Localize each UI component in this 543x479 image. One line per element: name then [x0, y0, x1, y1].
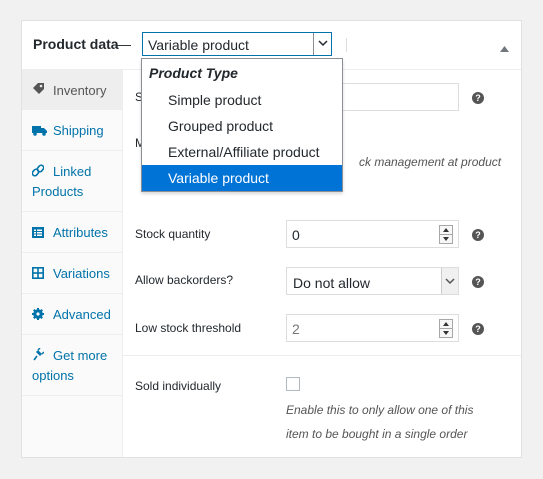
tab-label: Inventory [53, 83, 107, 98]
tab-label: Linked Products [32, 164, 92, 199]
chevron-down-icon [441, 268, 458, 294]
option-label: External/Affiliate product [168, 144, 320, 160]
option-external-affiliate-product[interactable]: External/Affiliate product [142, 139, 342, 165]
option-label: Grouped product [168, 118, 274, 134]
tab-label: Attributes [53, 225, 108, 240]
stock-quantity-label: Stock quantity [135, 227, 211, 241]
help-icon: ? [472, 276, 484, 288]
truck-icon [32, 124, 47, 139]
tab-label: Advanced [53, 307, 111, 322]
tab-inventory[interactable]: Inventory [22, 69, 122, 110]
product-data-tabs: Inventory Shipping Linked Products Attri… [22, 69, 123, 457]
header-separator [346, 38, 347, 52]
allow-backorders-value: Do not allow [293, 275, 371, 291]
help-icon: ? [472, 92, 484, 104]
option-variable-product[interactable]: Variable product [142, 165, 342, 191]
low-stock-threshold-label: Low stock threshold [135, 321, 242, 335]
title-dash: — [117, 36, 131, 52]
tab-label: Variations [53, 266, 110, 281]
chevron-down-icon [313, 33, 331, 55]
gear-icon [32, 308, 44, 323]
number-spinner[interactable] [439, 319, 453, 338]
sold-individually-description-2: item to be bought in a single order [286, 427, 468, 441]
product-type-dropdown: Product Type Simple product Grouped prod… [141, 58, 343, 192]
allow-backorders-select[interactable]: Do not allow [286, 267, 459, 295]
tab-shipping[interactable]: Shipping [22, 110, 122, 151]
product-type-value: Variable product [148, 37, 249, 53]
number-spinner[interactable] [439, 225, 453, 244]
low-stock-threshold-input[interactable]: 2 [286, 314, 459, 342]
grid-icon [32, 267, 44, 282]
collapse-toggle-icon[interactable] [500, 39, 509, 57]
tab-attributes[interactable]: Attributes [22, 212, 122, 253]
tab-get-more-options[interactable]: Get more options [22, 335, 122, 396]
stock-quantity-value: 0 [292, 227, 300, 243]
section-divider [123, 355, 521, 356]
list-icon [32, 226, 44, 241]
panel-title: Product data [33, 36, 119, 52]
sold-individually-description-1: Enable this to only allow one of this [286, 403, 474, 417]
option-label: Simple product [168, 92, 262, 108]
tab-linked-products[interactable]: Linked Products [22, 151, 122, 212]
inventory-icon [32, 82, 45, 98]
tab-label: Shipping [53, 123, 104, 138]
low-stock-threshold-placeholder: 2 [292, 321, 300, 337]
dropdown-group-label: Product Type [149, 65, 238, 81]
product-type-select[interactable]: Variable product [142, 32, 332, 56]
manage-stock-description: ck management at product [359, 155, 502, 169]
option-simple-product[interactable]: Simple product [142, 87, 342, 113]
stock-quantity-input[interactable]: 0 [286, 220, 459, 248]
tab-variations[interactable]: Variations [22, 253, 122, 294]
tab-advanced[interactable]: Advanced [22, 294, 122, 335]
allow-backorders-label: Allow backorders? [135, 273, 234, 287]
sold-individually-checkbox[interactable] [286, 377, 300, 391]
option-label: Variable product [168, 170, 269, 186]
sold-individually-label: Sold individually [135, 379, 222, 393]
help-icon: ? [472, 229, 484, 241]
option-grouped-product[interactable]: Grouped product [142, 113, 342, 139]
tab-label: Get more options [32, 348, 108, 383]
help-icon: ? [472, 323, 484, 335]
